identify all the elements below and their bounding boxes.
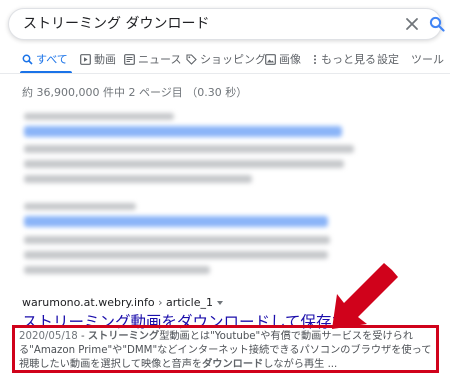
snippet-text: しながら再生 ... <box>263 359 338 370</box>
result-snippet: 2020/05/18 - ストリーミング型動画とは"Youtube"や有償で動画… <box>19 330 434 372</box>
caret-down-icon[interactable] <box>217 301 223 305</box>
tab-label: 画像 <box>279 53 301 66</box>
news-icon <box>124 53 135 65</box>
search-box[interactable] <box>8 8 445 40</box>
image-icon <box>265 53 276 65</box>
snippet-keyword: ストリーミング <box>87 331 160 342</box>
tab-label: ツール <box>411 53 444 66</box>
tab-label: すべて <box>36 53 68 66</box>
search-input[interactable] <box>23 9 383 39</box>
result-date: 2020/05/18 <box>19 331 78 342</box>
tab-label: ショッピング <box>200 53 266 66</box>
result-stats: 約 36,900,000 件中 2 ページ目 （0.30 秒） <box>22 86 248 99</box>
tab-more[interactable]: もっと見る <box>312 51 376 67</box>
tab-label: 設定 <box>377 53 399 66</box>
result-cite: warumono.at.webry.info › article_1 <box>22 296 223 309</box>
tab-video[interactable]: 動画 <box>80 51 116 67</box>
snippet-text: - <box>77 331 88 342</box>
more-vert-icon <box>314 54 316 64</box>
blurred-snippet-line <box>24 251 328 259</box>
blurred-result-title[interactable] <box>24 216 328 227</box>
blurred-result-title[interactable] <box>24 126 342 137</box>
tab-label: もっと見る <box>321 53 376 66</box>
search-icon <box>22 54 33 65</box>
divider <box>0 73 450 74</box>
tab-all[interactable]: すべて <box>22 51 68 67</box>
blurred-snippet-line <box>24 160 344 168</box>
blurred-snippet-line <box>24 266 210 274</box>
search-icon[interactable] <box>429 16 445 32</box>
tab-news[interactable]: ニュース <box>124 51 181 67</box>
search-tabs: すべて 動画 ニュース ショッピング 画像 もっと見る 設定 ツール <box>0 45 450 74</box>
blurred-snippet-line <box>24 236 330 244</box>
tab-settings[interactable]: 設定 <box>377 51 399 67</box>
red-arrow-annotation <box>332 263 398 329</box>
tab-images[interactable]: 画像 <box>265 51 301 67</box>
video-icon <box>80 53 91 65</box>
tag-icon <box>186 53 197 65</box>
blurred-snippet-line <box>24 145 354 153</box>
cite-path: article_1 <box>165 296 213 309</box>
snippet-keyword: ダウンロード <box>202 359 264 370</box>
cite-host: warumono.at.webry.info <box>22 296 155 309</box>
tab-label: 動画 <box>94 53 116 66</box>
blurred-url <box>24 203 136 210</box>
tab-label: ニュース <box>138 53 182 66</box>
blurred-snippet-line <box>24 175 252 183</box>
tab-shopping[interactable]: ショッピング <box>186 51 266 67</box>
blurred-url <box>24 113 174 120</box>
close-icon[interactable] <box>405 17 419 31</box>
tab-tools[interactable]: ツール <box>411 51 444 67</box>
